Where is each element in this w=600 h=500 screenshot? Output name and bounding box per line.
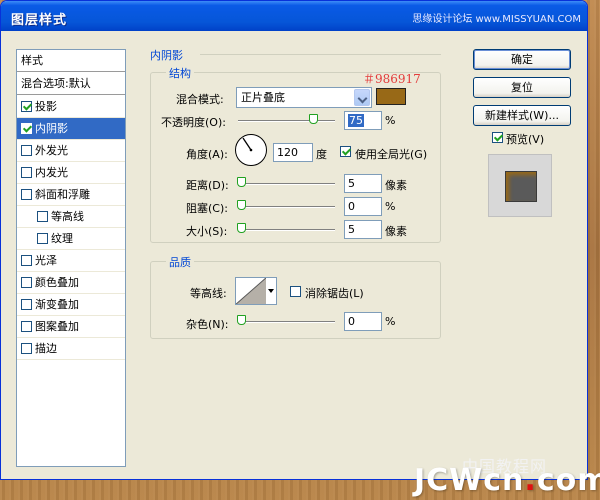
contour-preview-icon[interactable] [235, 277, 267, 305]
watermark-top: 思缘设计论坛 www.MISSYUAN.COM [412, 14, 581, 25]
style-preview-swatch [505, 171, 537, 202]
watermark-logo: JCWcn.com [414, 463, 600, 498]
distance-unit: 像素 [385, 179, 407, 192]
global-light-label[interactable]: 使用全局光(G) [355, 146, 427, 162]
blend-mode-value: 正片叠底 [241, 91, 285, 104]
choke-unit: % [385, 200, 396, 213]
checkbox-icon[interactable] [21, 342, 32, 354]
global-light-checkbox[interactable] [340, 146, 351, 157]
angle-input[interactable]: 120 [273, 143, 313, 162]
noise-slider-thumb[interactable] [237, 315, 246, 325]
distance-slider[interactable] [238, 183, 335, 185]
checkbox-checked-icon[interactable] [21, 100, 32, 112]
contour-dropdown-button[interactable] [266, 277, 277, 305]
checkbox-icon[interactable] [21, 188, 32, 200]
quality-title: 品质 [166, 254, 194, 270]
style-item-label: 纹理 [51, 232, 73, 245]
noise-unit: % [385, 315, 396, 328]
angle-dial-icon[interactable] [235, 134, 267, 166]
style-item-label: 颜色叠加 [35, 276, 79, 289]
style-item-7[interactable]: 光泽 [17, 250, 125, 272]
style-item-6[interactable]: 纹理 [17, 228, 125, 250]
blend-mode-select[interactable]: 正片叠底 [236, 87, 372, 108]
shadow-color-swatch[interactable] [376, 88, 406, 105]
opacity-label: 不透明度(O): [161, 116, 226, 129]
size-slider[interactable] [238, 229, 335, 231]
size-input[interactable]: 5 [344, 220, 382, 239]
window-title: 图层样式 [11, 13, 68, 28]
style-item-0[interactable]: 投影 [17, 96, 125, 118]
title-bar[interactable]: 图层样式 思缘设计论坛 www.MISSYUAN.COM [1, 1, 587, 31]
opacity-slider-thumb[interactable] [309, 114, 318, 124]
blend-mode-label: 混合模式: [176, 93, 224, 106]
distance-input[interactable]: 5 [344, 174, 382, 193]
style-item-8[interactable]: 颜色叠加 [17, 272, 125, 294]
choke-label: 阻塞(C): [186, 202, 228, 215]
choke-input[interactable]: 0 [344, 197, 382, 216]
noise-input[interactable]: 0 [344, 312, 382, 331]
styles-list: 样式 混合选项:默认 投影内阴影外发光内发光斜面和浮雕等高线纹理光泽颜色叠加渐变… [16, 49, 126, 467]
opacity-input[interactable]: 75 [344, 111, 382, 130]
checkbox-icon[interactable] [21, 254, 32, 266]
blend-options-item[interactable]: 混合选项:默认 [17, 73, 125, 95]
style-preview [488, 154, 552, 217]
style-item-label: 斜面和浮雕 [35, 188, 90, 201]
checkbox-icon[interactable] [37, 232, 48, 244]
size-unit: 像素 [385, 225, 407, 238]
section-divider [200, 54, 441, 55]
opacity-unit: % [385, 114, 396, 127]
style-item-10[interactable]: 图案叠加 [17, 316, 125, 338]
style-item-label: 内阴影 [35, 122, 68, 135]
angle-label: 角度(A): [186, 148, 228, 161]
style-item-label: 等高线 [51, 210, 84, 223]
noise-slider[interactable] [238, 321, 335, 323]
checkbox-icon[interactable] [21, 166, 32, 178]
style-item-label: 外发光 [35, 144, 68, 157]
style-item-label: 光泽 [35, 254, 57, 267]
style-item-label: 投影 [35, 100, 57, 113]
reset-button[interactable]: 复位 [473, 77, 571, 98]
ok-button[interactable]: 确定 [473, 49, 571, 70]
style-item-label: 内发光 [35, 166, 68, 179]
size-slider-thumb[interactable] [237, 223, 246, 233]
color-hex-note: ＃986917 [363, 72, 421, 86]
style-item-1[interactable]: 内阴影 [17, 118, 125, 140]
section-title: 内阴影 [150, 49, 183, 62]
style-item-9[interactable]: 渐变叠加 [17, 294, 125, 316]
preview-label[interactable]: 预览(V) [506, 131, 544, 147]
structure-title: 结构 [166, 65, 194, 81]
style-item-5[interactable]: 等高线 [17, 206, 125, 228]
checkbox-icon[interactable] [21, 276, 32, 288]
checkbox-icon[interactable] [21, 298, 32, 310]
style-item-3[interactable]: 内发光 [17, 162, 125, 184]
distance-label: 距离(D): [186, 179, 229, 192]
choke-slider[interactable] [238, 206, 335, 208]
styles-header[interactable]: 样式 [17, 50, 125, 72]
choke-slider-thumb[interactable] [237, 200, 246, 210]
style-item-label: 描边 [35, 342, 57, 355]
dropdown-arrow-icon [354, 89, 370, 106]
angle-unit: 度 [316, 148, 327, 161]
checkbox-checked-icon[interactable] [21, 122, 32, 134]
new-style-button[interactable]: 新建样式(W)... [473, 105, 571, 126]
style-item-11[interactable]: 描边 [17, 338, 125, 360]
checkbox-icon[interactable] [21, 144, 32, 156]
contour-label: 等高线: [190, 287, 227, 300]
style-item-2[interactable]: 外发光 [17, 140, 125, 162]
noise-label: 杂色(N): [186, 318, 229, 331]
antialias-checkbox[interactable] [290, 286, 301, 297]
style-item-4[interactable]: 斜面和浮雕 [17, 184, 125, 206]
distance-slider-thumb[interactable] [237, 177, 246, 187]
checkbox-icon[interactable] [21, 320, 32, 332]
opacity-slider[interactable] [238, 120, 335, 122]
antialias-label[interactable]: 消除锯齿(L) [305, 285, 364, 301]
checkbox-icon[interactable] [37, 210, 48, 222]
style-item-label: 图案叠加 [35, 320, 79, 333]
preview-checkbox[interactable] [492, 132, 503, 143]
style-item-label: 渐变叠加 [35, 298, 79, 311]
size-label: 大小(S): [186, 225, 228, 238]
